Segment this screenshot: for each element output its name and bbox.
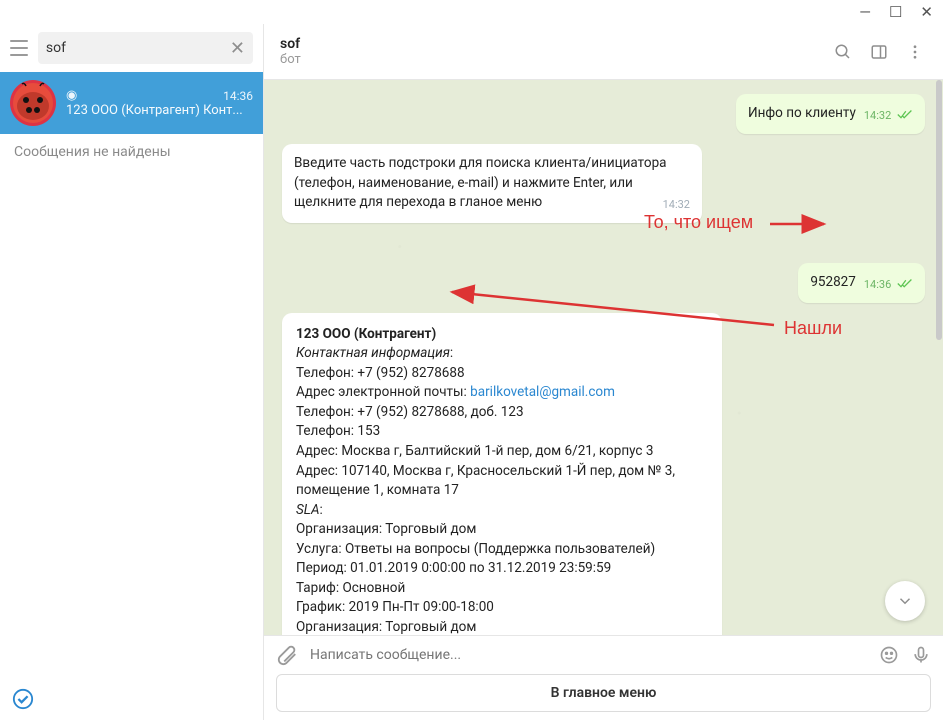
more-icon[interactable]: [903, 40, 927, 64]
chat-list-item[interactable]: ◉ 14:36 123 ООО (Контрагент) Конт...: [0, 72, 263, 134]
read-ticks-icon: [897, 277, 913, 293]
chat-time: 14:36: [223, 89, 253, 103]
window-maximize[interactable]: ☐: [889, 3, 902, 21]
result-line: Услуга: Ответы на вопросы (Поддержка пол…: [296, 541, 655, 557]
attach-icon[interactable]: [276, 644, 298, 666]
result-line: Адрес: Москва г, Балтийский 1-й пер, дом…: [296, 443, 653, 459]
messages-area[interactable]: Инфо по клиенту 14:32 Введите часть подс…: [264, 80, 943, 635]
clear-search-icon[interactable]: ✕: [224, 38, 245, 59]
message-text: Инфо по клиенту: [748, 105, 856, 121]
window-controls: — ☐ ✕: [0, 0, 943, 24]
no-results-label: Сообщения не найдены: [0, 134, 263, 170]
annotation-found: Нашли: [784, 318, 842, 339]
scrollbar[interactable]: [935, 80, 943, 635]
search-input[interactable]: [46, 40, 224, 56]
composer: В главное меню: [264, 635, 943, 720]
message-time: 14:32: [663, 197, 690, 213]
window-minimize[interactable]: —: [859, 3, 871, 21]
avatar: [10, 80, 56, 126]
message-out[interactable]: Инфо по клиенту 14:32: [736, 94, 925, 134]
email-link[interactable]: barilkovetal@gmail.com: [470, 384, 615, 400]
message-text: Введите часть подстроки для поиска клиен…: [294, 155, 667, 210]
emoji-icon[interactable]: [879, 645, 899, 665]
result-line: Телефон: 153: [296, 423, 380, 439]
result-line: Организация: Торговый дом: [296, 521, 476, 537]
sidebar: ✕ ◉: [0, 24, 264, 720]
scroll-down-button[interactable]: [885, 581, 925, 621]
chat-preview: 123 ООО (Контрагент) Конт...: [66, 103, 253, 118]
result-line: Телефон: +7 (952) 8278688: [296, 365, 465, 381]
broadcast-icon: ◉: [66, 88, 77, 103]
read-ticks-icon: [897, 108, 913, 124]
message-out[interactable]: 952827 14:36: [798, 263, 925, 303]
result-line: Адрес электронной почты:: [296, 384, 470, 400]
chat-title: sof: [280, 36, 819, 52]
message-input[interactable]: [310, 647, 867, 663]
message-time: 14:32: [864, 108, 913, 124]
contact-label: Контактная информация: [296, 345, 450, 361]
result-line: Период: 01.01.2019 0:00:00 по 31.12.2019…: [296, 560, 611, 576]
message-time: 14:36: [864, 277, 913, 293]
chat-subtitle: бот: [280, 52, 819, 67]
main-menu-button[interactable]: В главное меню: [276, 674, 931, 712]
result-line: Телефон: +7 (952) 8278688, доб. 123: [296, 404, 524, 420]
message-in[interactable]: Введите часть подстроки для поиска клиен…: [282, 144, 702, 223]
sidepanel-icon[interactable]: [867, 40, 891, 64]
message-text: 952827: [810, 274, 856, 290]
message-in-result[interactable]: 123 ООО (Контрагент) Контактная информац…: [282, 313, 722, 635]
result-line: Тариф: Основной: [296, 580, 405, 596]
result-line: График: 2019 Пн-Пт 09:00-18:00: [296, 599, 494, 615]
mic-icon[interactable]: [911, 645, 931, 665]
window-close[interactable]: ✕: [920, 3, 933, 21]
sla-label: SLA: [296, 502, 320, 518]
result-title: 123 ООО (Контрагент): [296, 326, 436, 342]
search-icon[interactable]: [831, 40, 855, 64]
search-input-wrap[interactable]: ✕: [38, 32, 253, 64]
result-line: Адрес: 107140, Москва г, Красносельский …: [296, 463, 675, 499]
menu-icon[interactable]: [10, 40, 28, 56]
result-line: Организация: Торговый дом: [296, 619, 476, 635]
scrollbar-thumb[interactable]: [936, 80, 942, 340]
chat-pane: sof бот Инфо по клиенту 14:32: [264, 24, 943, 720]
chat-header: sof бот: [264, 24, 943, 80]
verified-badge-icon: [12, 688, 34, 710]
